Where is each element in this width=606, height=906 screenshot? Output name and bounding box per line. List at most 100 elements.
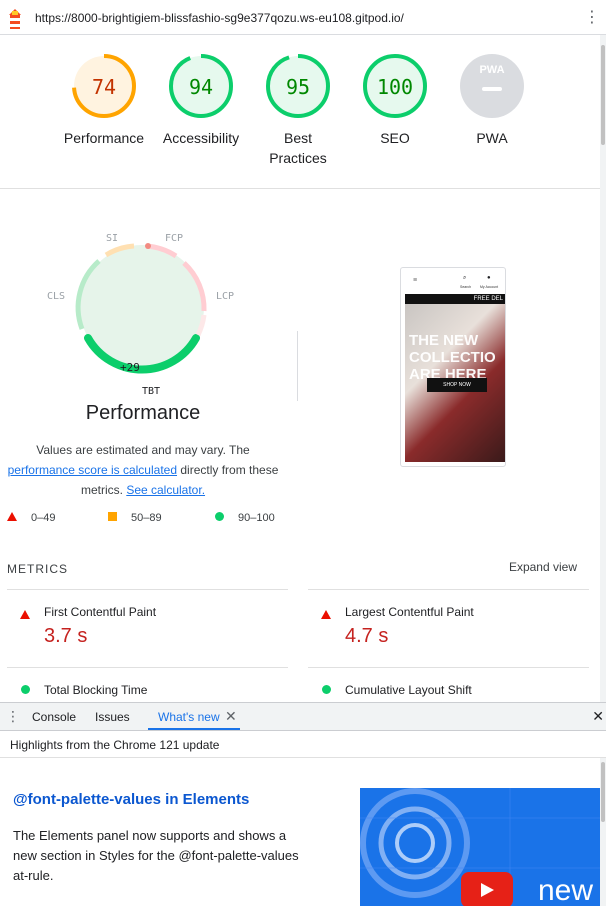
- mock-promo-bar: FREE DEL: [405, 294, 505, 304]
- drawer-menu-icon[interactable]: ⋮: [6, 709, 20, 723]
- circle-icon: [215, 512, 224, 521]
- lighthouse-icon: [9, 9, 21, 29]
- category-gauges: 74 Performance 94 Accessibility 95 Best …: [0, 35, 600, 189]
- metric-divider: [308, 667, 589, 668]
- metric-value: 4.7 s: [345, 625, 389, 647]
- score-value: 95: [285, 75, 311, 99]
- category-label: SEO: [380, 130, 410, 146]
- pass-circle-icon: [322, 685, 331, 694]
- legend-fail: 0–49: [7, 512, 55, 524]
- tab-console[interactable]: Console: [32, 710, 76, 724]
- legend-range: 0–49: [31, 512, 56, 524]
- fail-triangle-icon: [321, 610, 331, 619]
- metrics-title: METRICS: [7, 562, 68, 576]
- metric-divider: [308, 589, 589, 590]
- metric-divider: [7, 667, 288, 668]
- play-triangle-icon: [481, 883, 494, 897]
- performance-ring: [75, 243, 207, 374]
- score-legend: 0–49 50–89 90–100: [0, 509, 600, 529]
- report-scrollbar[interactable]: [600, 35, 606, 702]
- legend-range: 90–100: [238, 512, 275, 524]
- article-body: The Elements panel now supports and show…: [13, 828, 299, 883]
- segment-label-tbt: TBT: [142, 386, 161, 397]
- metric-name: First Contentful Paint: [44, 605, 157, 619]
- active-tab-indicator: [148, 728, 240, 730]
- desc-text-2: directly from these: [180, 463, 279, 477]
- desc-text-3: metrics.: [80, 483, 123, 497]
- whats-new-header: Highlights from the Chrome 121 update: [0, 731, 606, 758]
- mock-account-icon: ●: [487, 275, 491, 281]
- pass-circle-icon: [21, 685, 30, 694]
- expand-view-toggle[interactable]: Expand view: [509, 560, 577, 574]
- legend-range: 50–89: [131, 512, 162, 524]
- category-label: PWA: [476, 130, 508, 146]
- triangle-icon: [7, 512, 17, 521]
- mock-hero-line-1: THE NEW: [409, 332, 479, 349]
- legend-average: 50–89: [108, 512, 162, 524]
- address-bar: https://8000-brightigiem-blissfashio-sg9…: [0, 0, 606, 35]
- gauge-accessibility[interactable]: 94 Accessibility: [151, 53, 251, 148]
- mock-hero-line-2: COLLECTIO: [409, 349, 496, 366]
- metric-name: Largest Contentful Paint: [345, 605, 474, 619]
- whats-new-content: @font-palette-values in Elements The Ele…: [0, 758, 600, 906]
- category-label: Performance: [63, 130, 145, 146]
- mock-menu-icon: ≡: [413, 277, 418, 284]
- gauge-best-practices[interactable]: 95 Best Practices: [248, 53, 348, 168]
- close-tab-icon[interactable]: ✕: [225, 708, 237, 725]
- kebab-menu-icon[interactable]: ⋮: [584, 8, 600, 28]
- pwa-badge-text: PWA: [479, 64, 505, 76]
- score-calculated-link[interactable]: performance score is calculated: [8, 463, 177, 477]
- drawer-scrollbar[interactable]: [600, 758, 606, 906]
- video-caption: new: [538, 874, 594, 906]
- tab-whats-new[interactable]: What's new: [158, 710, 220, 724]
- gauge-pwa[interactable]: PWA PWA: [442, 53, 542, 148]
- lighthouse-report: 74 Performance 94 Accessibility 95 Best …: [0, 35, 600, 702]
- mock-hero-image: THE NEW COLLECTIO ARE HERE SHOP NOW: [405, 304, 505, 462]
- mock-account-label: My Account: [480, 285, 499, 289]
- legend-pass: 90–100: [215, 512, 275, 524]
- metric-name: Cumulative Layout Shift: [345, 683, 472, 697]
- segment-label-cls: CLS: [47, 291, 66, 302]
- whats-new-subtitle: Highlights from the Chrome 121 update: [10, 738, 220, 752]
- video-thumbnail[interactable]: new: [360, 788, 600, 906]
- category-label: Accessibility: [162, 130, 240, 146]
- gauge-performance[interactable]: 74 Performance: [54, 53, 154, 148]
- mock-hero-text: THE NEW COLLECTIO ARE HERE: [409, 332, 496, 383]
- metric-value: 3.7 s: [44, 625, 88, 647]
- segment-label-fcp: FCP: [165, 233, 184, 244]
- mock-search-label: Search: [460, 285, 472, 289]
- square-icon: [108, 512, 117, 521]
- score-value: 100: [376, 75, 414, 99]
- gauge-seo[interactable]: 100 SEO: [345, 53, 445, 148]
- final-screenshot[interactable]: ≡ ⌕ Search ● My Account FREE DEL THE NEW…: [400, 267, 506, 467]
- mock-search-icon: ⌕: [463, 275, 467, 281]
- devtools-drawer: ⋮ Console Issues What's new ✕ ✕ Highligh…: [0, 702, 606, 906]
- pwa-badge-icon: [460, 54, 524, 118]
- vertical-divider: [297, 331, 298, 401]
- close-drawer-icon[interactable]: ✕: [592, 708, 604, 725]
- performance-description: Values are estimated and may vary. The p…: [0, 440, 286, 500]
- youtube-play-icon[interactable]: [461, 872, 513, 906]
- category-label-line2: Practices: [269, 150, 327, 166]
- fail-triangle-icon: [20, 610, 30, 619]
- performance-title: Performance: [85, 402, 201, 424]
- category-label: Best Practices: [248, 128, 348, 168]
- url-text[interactable]: https://8000-brightigiem-blissfashio-sg9…: [35, 11, 404, 25]
- segment-label-lcp: LCP: [216, 291, 235, 302]
- scrollbar-thumb[interactable]: [601, 45, 605, 145]
- score-value: 74: [91, 75, 117, 99]
- metric-divider: [7, 589, 288, 590]
- mock-nav: ≡ ⌕ Search ● My Account: [405, 273, 501, 293]
- score-value: 94: [188, 75, 214, 99]
- scrollbar-thumb[interactable]: [601, 762, 605, 822]
- category-label-line1: Best: [283, 130, 312, 146]
- performance-gauge-large: SI FCP LCP CLS +29 TBT: [47, 231, 234, 401]
- article-title[interactable]: @font-palette-values in Elements: [13, 791, 249, 808]
- score-delta: +29: [120, 361, 140, 374]
- desc-text-1: Values are estimated and may vary. The: [36, 443, 250, 457]
- drawer-tabbar: ⋮ Console Issues What's new ✕ ✕: [0, 703, 606, 731]
- segment-label-si: SI: [106, 233, 119, 244]
- metrics-header: METRICS Expand view: [7, 560, 577, 580]
- tab-issues[interactable]: Issues: [95, 710, 130, 724]
- see-calculator-link[interactable]: See calculator.: [126, 483, 205, 497]
